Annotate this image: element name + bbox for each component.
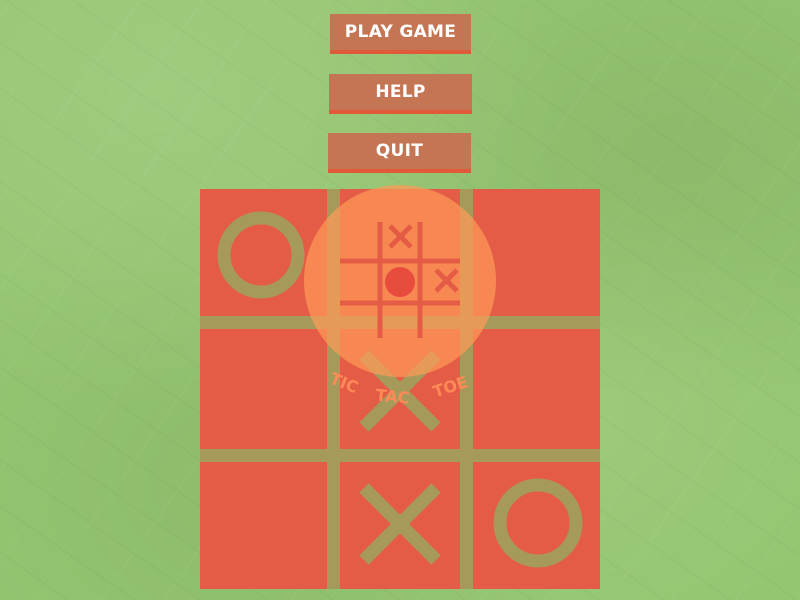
board-cell-r2c3[interactable] — [473, 329, 600, 449]
quit-button[interactable]: QUIT — [328, 133, 471, 173]
board-cell-r1c1[interactable] — [200, 189, 327, 316]
board-cell-r2c2[interactable] — [340, 329, 460, 449]
board-cell-r1c2[interactable] — [340, 189, 460, 316]
play-game-button[interactable]: PLAY GAME — [330, 14, 471, 54]
game-board — [200, 189, 600, 589]
board-cell-r1c3[interactable] — [473, 189, 600, 316]
help-button[interactable]: HELP — [329, 74, 472, 114]
board-cell-r2c1[interactable] — [200, 329, 327, 449]
board-cell-r3c3[interactable] — [473, 462, 600, 589]
board-cell-r3c1[interactable] — [200, 462, 327, 589]
board-cell-r3c2[interactable] — [340, 462, 460, 589]
